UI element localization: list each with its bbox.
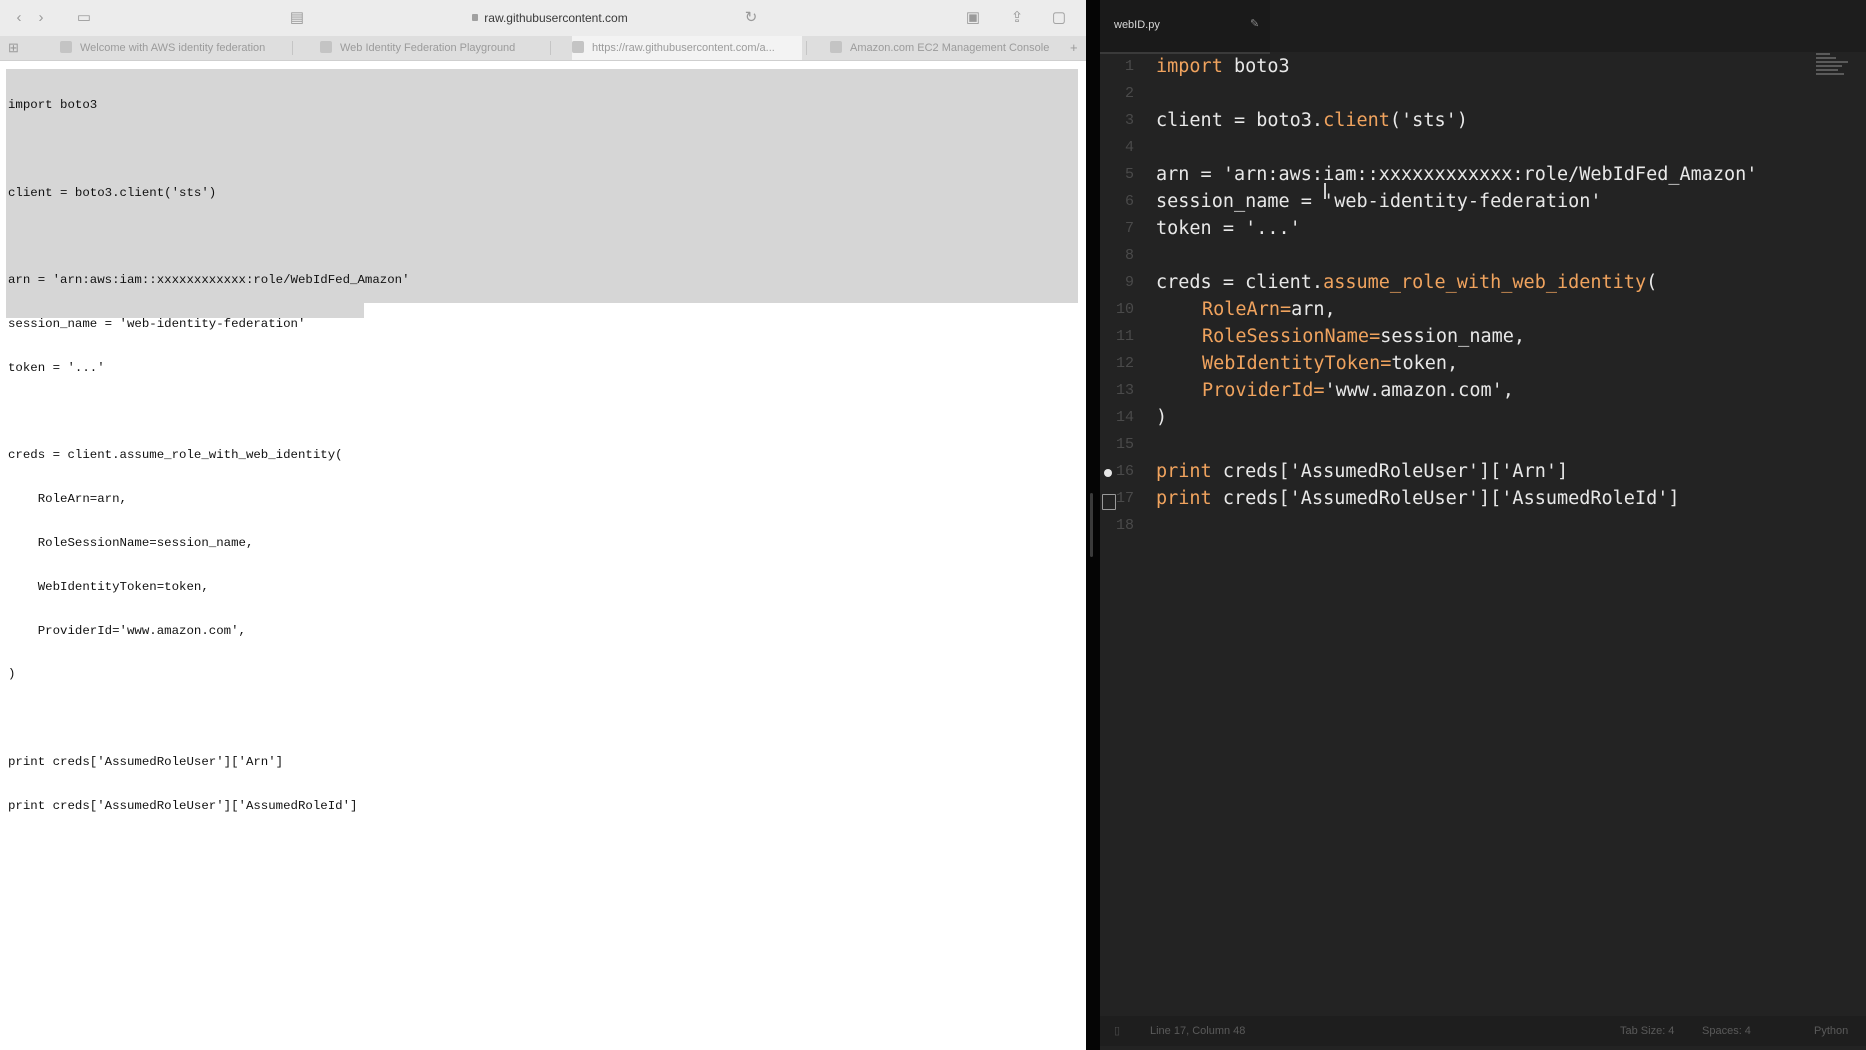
sidebar-icon[interactable]: ▭ xyxy=(75,10,93,26)
line-number: 15 xyxy=(1115,436,1134,453)
code-line: import boto3 xyxy=(1156,56,1290,77)
grid-icon[interactable]: ⊞ xyxy=(8,40,19,56)
code-line: creds = client.assume_role_with_web_iden… xyxy=(1156,272,1658,293)
line-number: 1 xyxy=(1124,58,1134,75)
editor-tab-active[interactable]: webID.py ✎ xyxy=(1100,0,1270,54)
tabs-overview-icon[interactable]: ▢ xyxy=(1050,10,1068,26)
code-line: session_name = 'web-identity-federation' xyxy=(8,317,306,332)
mouse-cursor-icon xyxy=(1324,183,1326,199)
code-line: RoleArn=arn, xyxy=(8,492,127,507)
new-tab-icon[interactable]: + xyxy=(1070,40,1078,55)
download-icon[interactable]: ▣ xyxy=(964,10,982,26)
line-number: 2 xyxy=(1124,85,1134,102)
browser-tab-bar: ⊞ Welcome with AWS identity federation W… xyxy=(0,36,1086,61)
code-line: print creds['AssumedRoleUser']['AssumedR… xyxy=(8,798,358,813)
code-line: RoleArn=arn, xyxy=(1202,299,1336,320)
browser-tab[interactable]: Welcome with AWS identity federation xyxy=(60,36,288,60)
tab-separator xyxy=(806,41,807,55)
code-line: token = '...' xyxy=(1156,218,1301,239)
favicon-icon xyxy=(572,41,584,53)
browser-toolbar: ‹ › ▭ ▤ raw.githubusercontent.com ↻ ▣ ⇪ … xyxy=(0,0,1086,36)
line-number: 9 xyxy=(1124,274,1134,291)
code-line: ProviderId='www.amazon.com', xyxy=(8,623,246,638)
minimap[interactable] xyxy=(1816,53,1856,93)
favicon-icon xyxy=(830,41,842,53)
favicon-icon xyxy=(60,41,72,53)
cursor-position[interactable]: Line 17, Column 48 xyxy=(1150,1016,1245,1046)
code-line: session_name = 'web-identity-federation' xyxy=(1156,191,1602,212)
code-line: token = '...' xyxy=(8,360,105,375)
status-indicator-icon: ▯ xyxy=(1114,1025,1121,1037)
code-line-current: print creds['AssumedRoleUser']['AssumedR… xyxy=(1156,488,1680,509)
address-bar[interactable]: raw.githubusercontent.com xyxy=(300,8,800,28)
code-line: ProviderId='www.amazon.com', xyxy=(1202,380,1514,401)
code-line: WebIdentityToken=token, xyxy=(8,579,209,594)
line-number: 18 xyxy=(1115,517,1134,534)
split-divider[interactable] xyxy=(1086,0,1100,1050)
tab-separator xyxy=(292,41,293,55)
code-line: RoleSessionName=session_name, xyxy=(1202,326,1526,347)
resize-handle[interactable] xyxy=(1090,493,1093,557)
code-line: ) xyxy=(8,667,16,682)
line-number: 10 xyxy=(1115,301,1134,318)
status-bar: ▯ Line 17, Column 48 Tab Size: 4 Spaces:… xyxy=(1100,1016,1866,1046)
code-line: import boto3 xyxy=(8,98,98,113)
forward-icon[interactable]: › xyxy=(32,10,50,26)
code-editor: webID.py ✎ 1 2 3 4 5 6 7 8 9 10 11 12 13… xyxy=(1100,0,1866,1050)
share-icon[interactable]: ⇪ xyxy=(1008,10,1026,26)
browser-tab-active[interactable]: https://raw.githubusercontent.com/a... xyxy=(572,36,802,60)
raw-text-page: import boto3 client = boto3.client('sts'… xyxy=(0,61,1086,1050)
syntax-mode[interactable]: Python xyxy=(1814,1016,1848,1046)
code-line: creds = client.assume_role_with_web_iden… xyxy=(8,448,343,463)
code-line: print creds['AssumedRoleUser']['Arn'] xyxy=(8,754,284,769)
browser-tab[interactable]: Web Identity Federation Playground xyxy=(320,36,550,60)
code-line: client = boto3.client('sts') xyxy=(8,185,217,200)
line-number: 4 xyxy=(1124,139,1134,156)
edit-icon[interactable]: ✎ xyxy=(1250,17,1259,30)
modified-dot-icon xyxy=(1104,469,1112,477)
tab-size[interactable]: Tab Size: 4 xyxy=(1620,1016,1674,1046)
line-number: 5 xyxy=(1124,166,1134,183)
editor-tab-label: webID.py xyxy=(1114,19,1160,31)
browser-window: ‹ › ▭ ▤ raw.githubusercontent.com ↻ ▣ ⇪ … xyxy=(0,0,1086,1050)
raw-code-text[interactable]: import boto3 client = boto3.client('sts'… xyxy=(8,69,410,842)
url-text: raw.githubusercontent.com xyxy=(484,11,628,25)
line-number: 8 xyxy=(1124,247,1134,264)
code-line: WebIdentityToken=token, xyxy=(1202,353,1459,374)
reload-icon[interactable]: ↻ xyxy=(742,10,760,26)
code-line: ) xyxy=(1156,407,1168,428)
line-number: 13 xyxy=(1115,382,1134,399)
line-number: 11 xyxy=(1115,328,1134,345)
line-number: 14 xyxy=(1115,409,1134,426)
bookmark-icon xyxy=(1102,494,1116,510)
back-icon[interactable]: ‹ xyxy=(10,10,28,26)
tab-separator xyxy=(550,41,551,55)
line-number: 6 xyxy=(1124,193,1134,210)
indentation[interactable]: Spaces: 4 xyxy=(1702,1016,1751,1046)
code-line: arn = 'arn:aws:iam::xxxxxxxxxxxx:role/We… xyxy=(1156,164,1758,185)
browser-tab[interactable]: Amazon.com EC2 Management Console xyxy=(830,36,1058,60)
line-number: 3 xyxy=(1124,112,1134,129)
code-line: arn = 'arn:aws:iam::xxxxxxxxxxxx:role/We… xyxy=(8,273,410,288)
editor-tab-bar: webID.py ✎ xyxy=(1100,0,1866,54)
favicon-icon xyxy=(320,41,332,53)
code-line: client = boto3.client('sts') xyxy=(1156,110,1468,131)
line-number-gutter: 1 2 3 4 5 6 7 8 9 10 11 12 13 14 15 16 1… xyxy=(1100,53,1140,1013)
line-number: 12 xyxy=(1115,355,1134,372)
code-line: print creds['AssumedRoleUser']['Arn'] xyxy=(1156,461,1569,482)
line-number: 7 xyxy=(1124,220,1134,237)
code-line: RoleSessionName=session_name, xyxy=(8,536,254,550)
lock-icon xyxy=(472,14,479,21)
